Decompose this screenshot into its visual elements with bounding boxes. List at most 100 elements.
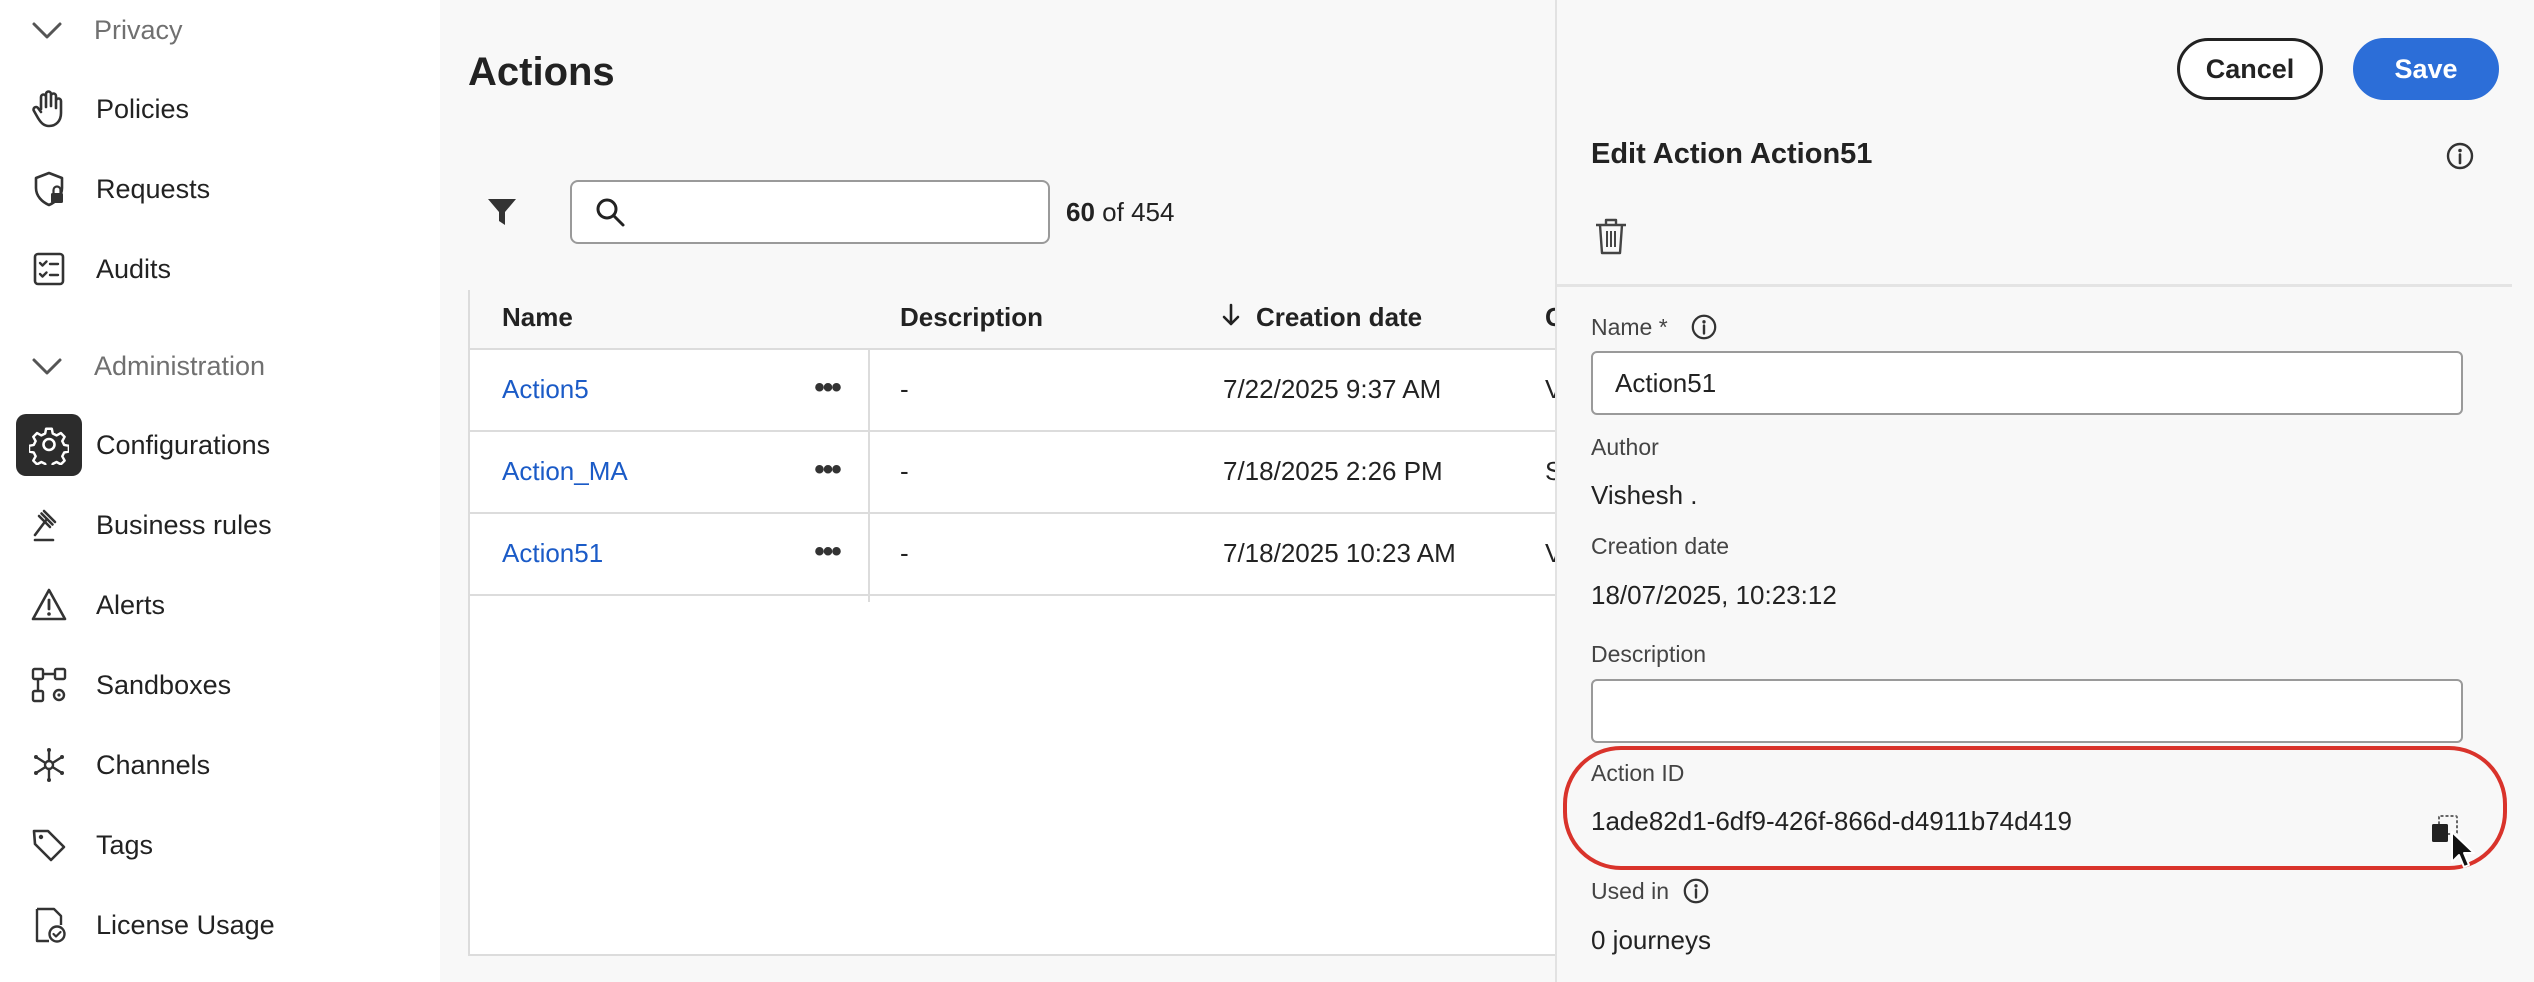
sidebar-item-channels[interactable]: Channels bbox=[16, 734, 436, 796]
sidebar-item-label: Business rules bbox=[96, 509, 272, 540]
more-actions-button[interactable]: ••• bbox=[805, 534, 849, 570]
sidebar-section-label: Privacy bbox=[94, 14, 183, 45]
sidebar-item-business-rules[interactable]: Business rules bbox=[16, 494, 436, 556]
panel-divider bbox=[1557, 284, 2512, 287]
table-row[interactable]: Action51 ••• - 7/18/2025 10:23 AM V bbox=[470, 514, 1555, 596]
info-icon[interactable] bbox=[2445, 141, 2475, 171]
sidebar-item-label: Tags bbox=[96, 829, 154, 860]
edit-action-panel: Cancel Save Edit Action Action51 Name * … bbox=[1555, 0, 2534, 982]
ellipsis-icon: ••• bbox=[814, 535, 841, 568]
save-button[interactable]: Save bbox=[2353, 38, 2499, 100]
column-header-description[interactable]: Description bbox=[900, 302, 1043, 333]
sidebar-item-sandboxes[interactable]: Sandboxes bbox=[16, 654, 436, 716]
sidebar-item-label: License Usage bbox=[96, 909, 275, 940]
description-input[interactable] bbox=[1591, 679, 2463, 743]
creation-date-cell: 7/22/2025 9:37 AM bbox=[1223, 374, 1442, 404]
result-count-shown: 60 bbox=[1066, 197, 1095, 227]
required-mark: * bbox=[1658, 314, 1668, 340]
search-icon bbox=[596, 198, 625, 227]
author-value: Vishesh . bbox=[1591, 480, 1698, 510]
description-cell: - bbox=[900, 374, 909, 404]
sidebar-section-administration[interactable]: Administration bbox=[30, 346, 265, 386]
search-input[interactable] bbox=[640, 196, 1020, 228]
sidebar-item-label: Channels bbox=[96, 749, 211, 780]
cancel-button[interactable]: Cancel bbox=[2177, 38, 2323, 100]
sidebar-item-label: Alerts bbox=[96, 589, 166, 620]
author-label: Author bbox=[1591, 434, 1659, 460]
action-id-value: 1ade82d1-6df9-426f-866d-d4911b74d419 bbox=[1591, 806, 2072, 836]
filter-button[interactable] bbox=[480, 190, 524, 234]
sidebar-item-label: Sandboxes bbox=[96, 669, 232, 700]
used-in-label: Used in bbox=[1591, 878, 1669, 904]
filter-icon bbox=[488, 199, 516, 225]
name-label-text: Name bbox=[1591, 314, 1653, 340]
sidebar-item-audits[interactable]: Audits bbox=[16, 238, 436, 300]
name-input[interactable]: Action51 bbox=[1591, 351, 2463, 415]
trash-icon[interactable] bbox=[1593, 216, 1629, 256]
column-header-label: Creation date bbox=[1256, 302, 1423, 332]
more-actions-button[interactable]: ••• bbox=[805, 370, 849, 406]
sidebar-item-tags[interactable]: Tags bbox=[16, 814, 436, 876]
shield-lock-icon bbox=[16, 158, 82, 220]
sidebar-item-requests[interactable]: Requests bbox=[16, 158, 436, 220]
gavel-icon bbox=[16, 494, 82, 556]
table-row[interactable]: Action_MA ••• - 7/18/2025 2:26 PM S bbox=[470, 432, 1555, 514]
used-in-value: 0 journeys bbox=[1591, 925, 1711, 955]
action-id-label: Action ID bbox=[1591, 760, 1685, 786]
creation-date-label: Creation date bbox=[1591, 533, 1730, 559]
sidebar-section-privacy[interactable]: Privacy bbox=[30, 10, 183, 50]
sidebar-section-label: Administration bbox=[94, 350, 266, 381]
creation-date-cell: 7/18/2025 10:23 AM bbox=[1223, 538, 1456, 568]
mouse-cursor-icon bbox=[2451, 831, 2475, 868]
warning-icon bbox=[16, 574, 82, 636]
page-title: Actions bbox=[468, 50, 615, 94]
next-column-cell: V bbox=[1545, 538, 1555, 568]
sidebar-item-license-usage[interactable]: License Usage bbox=[16, 894, 436, 956]
chevron-down-icon bbox=[32, 22, 62, 39]
tag-icon bbox=[16, 814, 82, 876]
ellipsis-icon: ••• bbox=[814, 453, 841, 486]
checklist-icon bbox=[16, 238, 82, 300]
column-header-next[interactable]: C bbox=[1545, 302, 1555, 333]
description-label: Description bbox=[1591, 641, 1707, 667]
result-count-total: of 454 bbox=[1102, 197, 1175, 227]
sidebar-item-label: Audits bbox=[96, 253, 172, 284]
column-divider bbox=[868, 350, 870, 602]
ellipsis-icon: ••• bbox=[814, 371, 841, 404]
name-field-label: Name * bbox=[1591, 314, 1668, 341]
description-cell: - bbox=[900, 538, 909, 568]
sidebar-item-alerts[interactable]: Alerts bbox=[16, 574, 436, 636]
more-actions-button[interactable]: ••• bbox=[805, 452, 849, 488]
description-cell: - bbox=[900, 456, 909, 486]
next-column-cell: S bbox=[1545, 456, 1555, 486]
next-column-cell: V bbox=[1545, 374, 1555, 404]
search-field[interactable] bbox=[570, 180, 1050, 244]
table-row[interactable]: Action5 ••• - 7/22/2025 9:37 AM V bbox=[470, 350, 1555, 432]
license-icon bbox=[16, 894, 82, 956]
sandbox-icon bbox=[16, 654, 82, 716]
main-content: Actions 60 of 454 Name Description Creat… bbox=[440, 0, 1555, 982]
creation-date-cell: 7/18/2025 2:26 PM bbox=[1223, 456, 1443, 486]
sidebar-item-label: Configurations bbox=[96, 429, 271, 460]
sidebar-item-label: Requests bbox=[96, 173, 211, 204]
info-icon[interactable] bbox=[1690, 313, 1718, 341]
sidebar-item-label: Policies bbox=[96, 93, 190, 124]
result-count: 60 of 454 bbox=[1066, 197, 1174, 228]
hand-icon bbox=[16, 78, 82, 140]
sort-descending-icon bbox=[1222, 303, 1240, 325]
sidebar-item-configurations[interactable]: Configurations bbox=[16, 414, 436, 476]
gear-icon bbox=[16, 414, 82, 476]
sidebar: Privacy Policies Requests Audits Adminis… bbox=[0, 0, 440, 982]
column-header-creation-date[interactable]: Creation date bbox=[1220, 302, 1422, 333]
action-name-link[interactable]: Action5 bbox=[502, 374, 589, 405]
creation-date-value: 18/07/2025, 10:23:12 bbox=[1591, 580, 1837, 610]
hub-icon bbox=[16, 734, 82, 796]
sidebar-item-policies[interactable]: Policies bbox=[16, 78, 436, 140]
column-header-name[interactable]: Name bbox=[502, 302, 573, 333]
panel-title: Edit Action Action51 bbox=[1591, 138, 1873, 170]
action-name-link[interactable]: Action51 bbox=[502, 538, 603, 569]
info-icon[interactable] bbox=[1682, 877, 1710, 905]
chevron-down-icon bbox=[32, 358, 62, 375]
action-name-link[interactable]: Action_MA bbox=[502, 456, 628, 487]
actions-table: Name Description Creation date C Action5… bbox=[468, 290, 1555, 956]
